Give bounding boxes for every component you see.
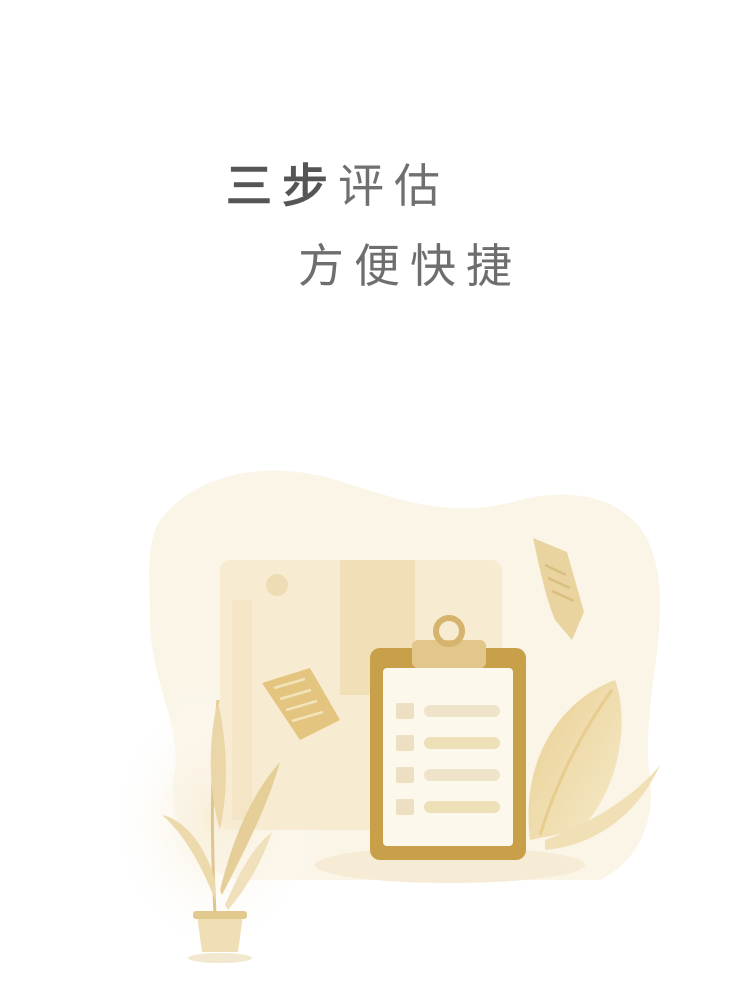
onboarding-page: 三步评估 方便快捷 [0,0,750,1002]
headline-bold-text: 三步 [226,159,338,213]
headline-line-1: 三步评估 [226,163,450,209]
clipboard-icon [370,615,526,860]
illustration [105,470,661,963]
headline-light-text: 评估 [338,159,450,213]
headline-line-2: 方便快捷 [298,239,522,293]
